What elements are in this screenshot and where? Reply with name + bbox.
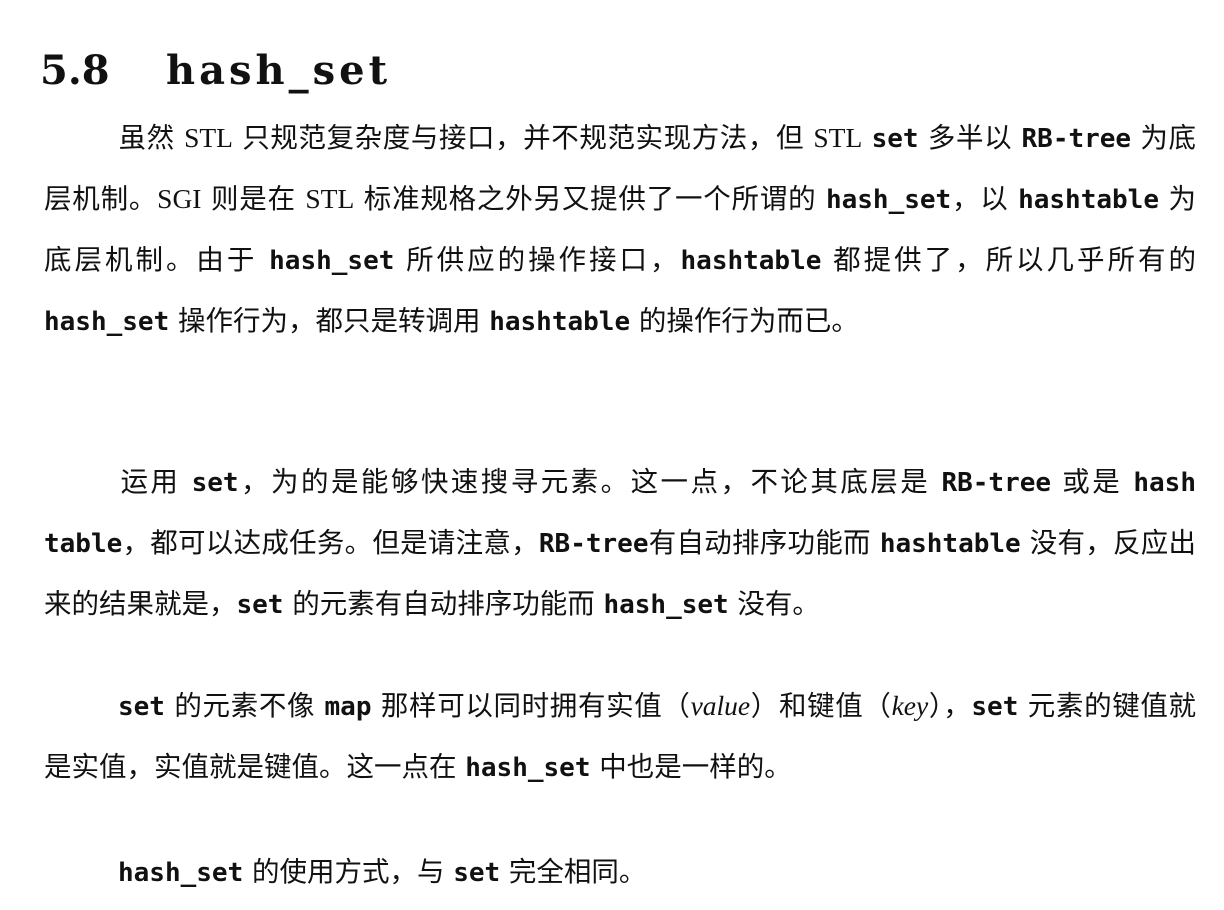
- text-run: 多半以: [918, 122, 1022, 154]
- code-set: set: [236, 590, 284, 620]
- section-title: hash_set: [166, 47, 392, 95]
- text-run: ，以: [951, 183, 1019, 215]
- code-set: set: [453, 858, 501, 888]
- code-hash-set: hash_set: [118, 858, 244, 888]
- code-set: set: [191, 468, 239, 498]
- text-run: 的元素有自动排序功能而: [283, 588, 604, 620]
- paragraph-4: hash_set 的使用方式，与 set 完全相同。: [44, 842, 1196, 903]
- text-run: 的使用方式，与: [243, 856, 454, 888]
- code-hashtable: hashtable: [680, 246, 822, 276]
- paragraph-2: 运用 set，为的是能够快速搜寻元素。这一点，不论其底层是 RB-tree 或是…: [44, 452, 1196, 635]
- text-run: ），: [928, 690, 972, 722]
- code-hash-set: hash_set: [825, 185, 952, 215]
- text-run: 中也是一样的。: [590, 751, 792, 783]
- code-rb-tree: RB-tree: [538, 529, 649, 559]
- term-stl: STL: [184, 122, 233, 153]
- paragraph-3: set 的元素不像 map 那样可以同时拥有实值（value）和键值（key），…: [44, 676, 1196, 798]
- text-run: 的元素不像: [164, 690, 325, 722]
- code-rb-tree: RB-tree: [1021, 124, 1132, 154]
- text-run: 所供应的操作接口，: [394, 244, 681, 276]
- section-number: 5.8: [40, 47, 110, 95]
- code-hash-set: hash_set: [603, 590, 729, 620]
- code-hash-set: hash_set: [269, 246, 395, 276]
- code-set: set: [871, 124, 919, 154]
- text-run: 或是: [1051, 466, 1134, 498]
- code-hashtable: hashtable: [489, 307, 631, 337]
- text-run: 有自动排序功能而: [648, 527, 880, 559]
- code-hash-set: hash_set: [465, 753, 591, 783]
- term-value: value: [690, 690, 751, 721]
- text-run: ，为的是能够快速搜寻元素。这一点，不论其底层是: [238, 466, 942, 498]
- text-run: 都提供了，所以几乎所有的: [821, 244, 1196, 276]
- term-stl: STL: [813, 122, 863, 153]
- text-run: 完全相同。: [500, 856, 647, 888]
- document-page: 5.8 hash_set 虽然 STL 只规范复杂度与接口，并不规范实现方法，但…: [0, 0, 1224, 910]
- text-run: ）和键值（: [750, 690, 892, 722]
- text-run: 运用: [118, 466, 192, 498]
- code-set: set: [971, 692, 1019, 722]
- text-run: 标准规格之外另又提供了一个所谓的: [354, 183, 826, 215]
- text-run: 操作行为，都只是转调用: [169, 305, 490, 337]
- term-key: key: [891, 690, 929, 721]
- text-run: [862, 122, 871, 154]
- text-run: 的操作行为而已。: [630, 305, 859, 337]
- code-set: set: [118, 692, 165, 722]
- section-heading: 5.8 hash_set: [40, 41, 391, 101]
- paragraph-1: 虽然 STL 只规范复杂度与接口，并不规范实现方法，但 STL set 多半以 …: [44, 108, 1196, 352]
- text-run: 只规范复杂度与接口，并不规范实现方法，但: [232, 122, 814, 154]
- text-run: 那样可以同时拥有实值（: [371, 690, 691, 722]
- code-hash-set: hash_set: [44, 307, 170, 337]
- text-run: ，都可以达成任务。但是请注意，: [122, 527, 539, 559]
- code-hashtable: hashtable: [1018, 185, 1159, 215]
- term-sgi: SGI: [157, 183, 202, 214]
- text-run: 则是在: [201, 183, 306, 215]
- text-run: 虽然: [118, 122, 185, 154]
- code-map: map: [324, 692, 372, 722]
- code-rb-tree: RB-tree: [941, 468, 1052, 498]
- term-stl: STL: [305, 183, 355, 214]
- code-hashtable: hashtable: [879, 529, 1021, 559]
- text-run: 没有。: [728, 588, 820, 620]
